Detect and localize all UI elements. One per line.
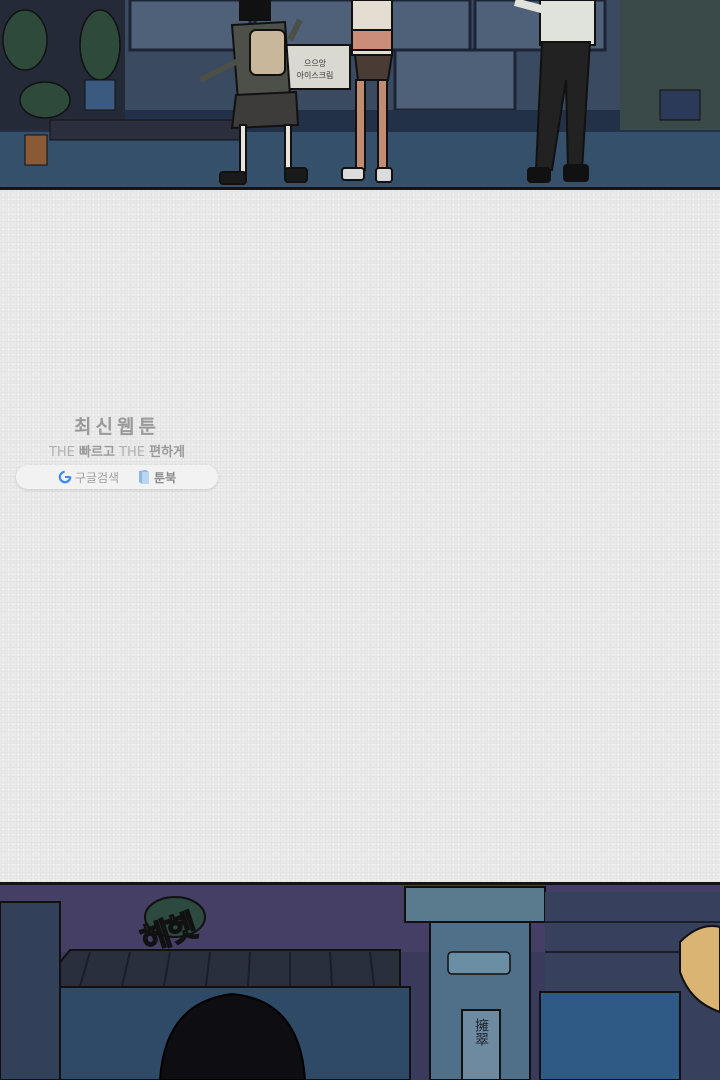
tagline-word-2: 편하게 <box>149 445 186 460</box>
book-brand-label: 툰북 <box>154 470 177 485</box>
panel-border-top <box>0 882 720 885</box>
site-watermark: 최신웹툰 THE 빠르고 THE 편하게 구글검색 툰북 <box>16 412 218 489</box>
gate-sign-text: 擁翠 <box>473 1018 489 1046</box>
book-icon <box>139 470 150 484</box>
watermark-title: 최신웹툰 <box>74 416 160 438</box>
panel-gutter <box>0 190 720 882</box>
sign-line-2: 아이스크림 <box>297 70 334 80</box>
comic-panel-bottom: 擁翠 <box>0 882 720 1080</box>
tagline-the-2: THE <box>119 445 145 460</box>
search-hint-label: 구글검색 <box>74 470 120 485</box>
sign-line-1: 으으앙 <box>304 58 327 68</box>
book-brand: 툰북 <box>137 469 176 486</box>
storefront-scene-illustration: 으으앙 아이스크림 <box>0 0 720 190</box>
watermark-search-pill: 구글검색 툰북 <box>16 465 218 489</box>
tagline-word-1: 빠르고 <box>79 445 115 460</box>
watermark-tagline: THE 빠르고 THE 편하게 <box>16 441 218 460</box>
google-g-icon <box>58 470 72 484</box>
tagline-the-1: THE <box>48 445 75 460</box>
comic-panel-top: 으으앙 아이스크림 <box>0 0 720 190</box>
search-hint: 구글검색 <box>58 469 119 486</box>
night-street-illustration: 擁翠 <box>0 882 720 1080</box>
